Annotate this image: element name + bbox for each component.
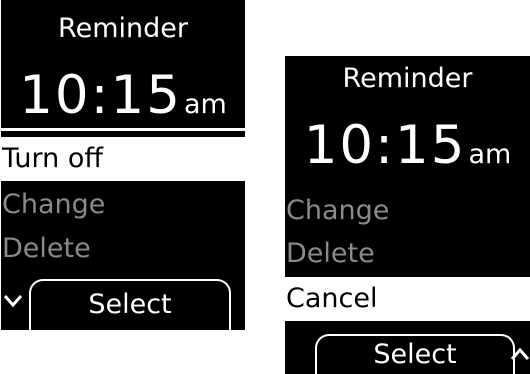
menu-item-change[interactable]: Change xyxy=(1,183,245,227)
time-digits: 10:15 xyxy=(19,65,182,126)
reminder-screen-2: Reminder 10:15am Change Delete Cancel Se… xyxy=(285,56,530,374)
menu-item-change[interactable]: Change xyxy=(285,189,530,233)
select-softkey[interactable]: Select xyxy=(29,279,231,330)
select-softkey[interactable]: Select xyxy=(315,334,515,374)
menu-item-turn-off[interactable]: Turn off xyxy=(1,137,245,181)
reminder-time: 10:15am xyxy=(285,118,530,174)
reminder-screen-1: Reminder 10:15am Turn off Change Delete … xyxy=(1,0,245,330)
time-digits: 10:15 xyxy=(303,115,467,176)
chevron-down-icon xyxy=(3,295,23,308)
time-ampm: am xyxy=(183,89,227,120)
chevron-up-icon xyxy=(510,347,530,360)
menu-item-delete[interactable]: Delete xyxy=(285,232,530,276)
screen-title: Reminder xyxy=(58,13,188,44)
divider xyxy=(1,128,245,131)
menu-item-cancel[interactable]: Cancel xyxy=(285,277,530,321)
screen-title: Reminder xyxy=(342,63,473,94)
menu-item-delete[interactable]: Delete xyxy=(1,227,245,271)
time-ampm: am xyxy=(468,139,512,170)
reminder-time: 10:15am xyxy=(1,68,245,124)
